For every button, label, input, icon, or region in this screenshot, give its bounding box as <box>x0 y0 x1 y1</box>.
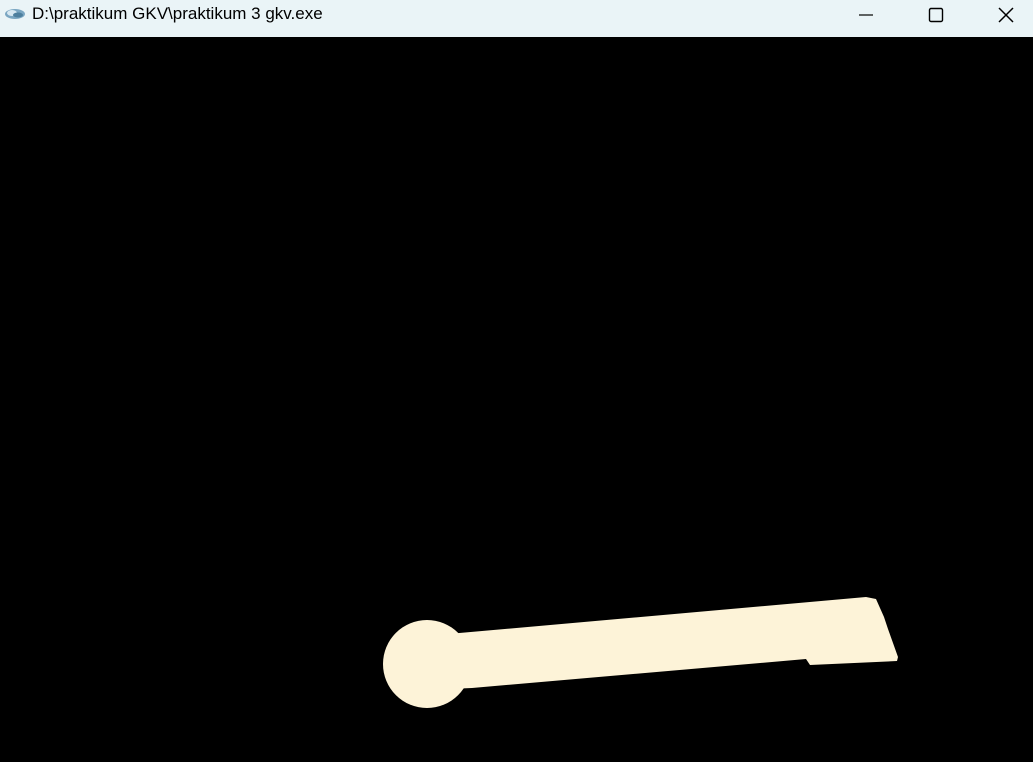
app-window: D:\praktikum GKV\praktikum 3 gkv.exe <box>0 0 1033 762</box>
minimize-button[interactable] <box>831 0 901 30</box>
opengl-app-icon <box>3 6 27 22</box>
maximize-icon <box>928 7 944 23</box>
scene-svg <box>383 597 898 708</box>
arm-handle <box>448 597 898 689</box>
title-bar[interactable]: D:\praktikum GKV\praktikum 3 gkv.exe <box>0 0 1033 37</box>
opengl-canvas[interactable] <box>0 37 1033 762</box>
close-button[interactable] <box>971 0 1033 30</box>
window-title: D:\praktikum GKV\praktikum 3 gkv.exe <box>32 4 323 23</box>
minimize-icon <box>858 7 874 23</box>
maximize-button[interactable] <box>901 0 971 30</box>
arm-head <box>383 620 471 708</box>
close-icon <box>997 6 1015 24</box>
